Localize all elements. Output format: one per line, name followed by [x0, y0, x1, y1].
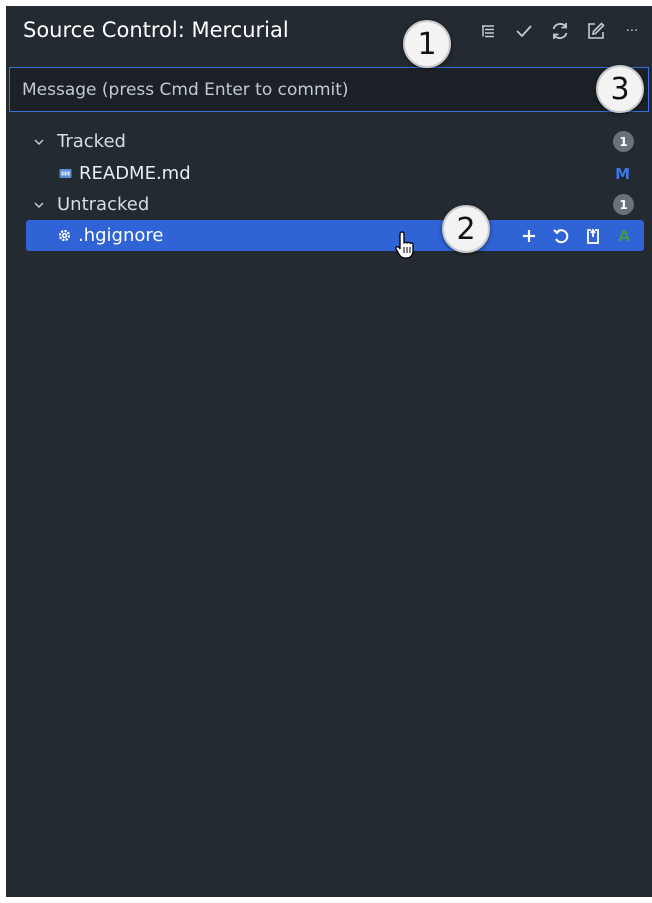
stage-add-icon[interactable] [518, 225, 540, 247]
more-icon-dots: ··· [625, 23, 639, 39]
panel-title: Source Control: Mercurial [23, 18, 289, 42]
callout-2: 2 [442, 205, 490, 253]
refresh-icon[interactable] [546, 18, 574, 44]
view-as-tree-icon[interactable] [474, 18, 502, 44]
commit-message-input[interactable] [9, 67, 649, 112]
status-added: A [618, 226, 630, 245]
panel-header: Source Control: Mercurial ··· [6, 6, 652, 56]
file-row-readme[interactable]: README.md M [6, 158, 652, 189]
file-name: .hgignore [78, 225, 164, 246]
hand-pointer-icon [395, 231, 414, 259]
group-label: Tracked [57, 131, 126, 152]
count-badge: 1 [613, 194, 634, 215]
group-label: Untracked [57, 194, 150, 215]
count-badge: 1 [613, 131, 634, 152]
header-toolbar: ··· [474, 18, 646, 44]
markdown-file-icon [59, 169, 72, 178]
discard-changes-icon[interactable] [550, 225, 572, 247]
callout-3: 3 [596, 65, 644, 113]
callout-1: 1 [403, 20, 451, 68]
edit-icon[interactable] [582, 18, 610, 44]
file-row-hgignore[interactable]: .hgignore A [26, 220, 644, 251]
row-actions [518, 225, 604, 247]
chevron-down-icon[interactable] [32, 198, 46, 212]
more-icon[interactable]: ··· [618, 18, 646, 44]
source-control-panel: Source Control: Mercurial ··· Message (p… [6, 6, 652, 897]
group-header-tracked[interactable]: Tracked 1 [6, 126, 652, 157]
status-modified: M [615, 164, 630, 183]
settings-file-icon [58, 229, 71, 242]
open-file-icon[interactable] [582, 225, 604, 247]
file-name: README.md [79, 163, 191, 184]
commit-check-icon[interactable] [510, 18, 538, 44]
chevron-down-icon[interactable] [32, 135, 46, 149]
group-header-untracked[interactable]: Untracked 1 [6, 189, 652, 220]
